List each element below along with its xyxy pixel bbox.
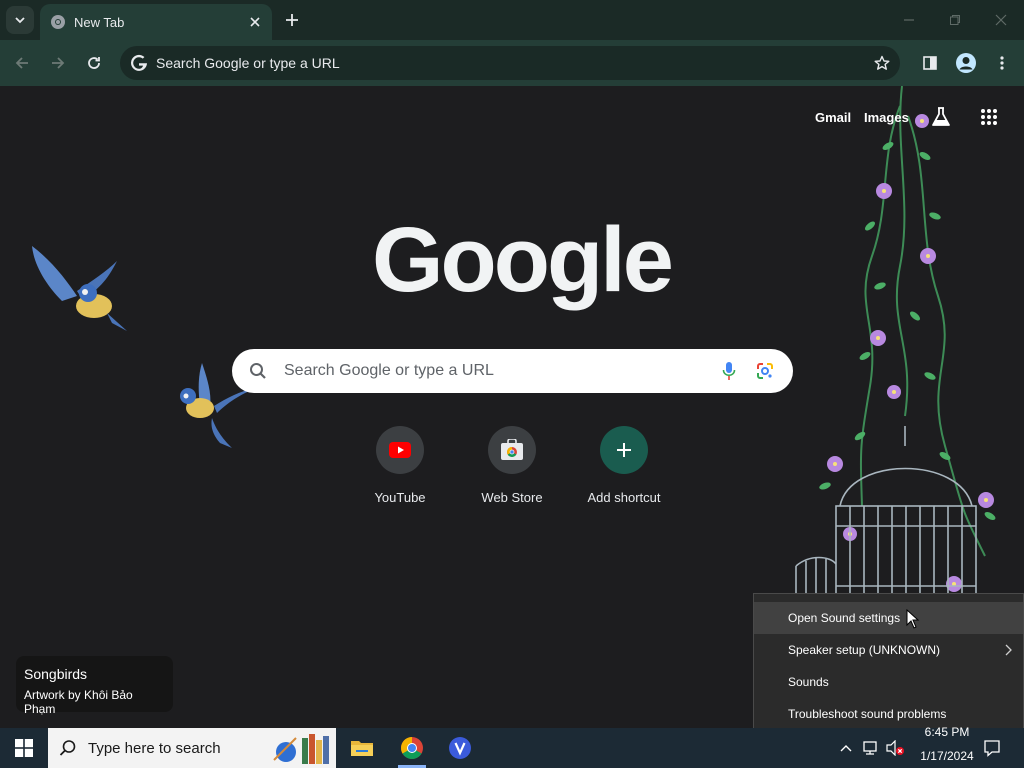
clock-time: 6:45 PM [924, 725, 970, 739]
menu-item-speaker-setup[interactable]: Speaker setup (UNKNOWN) [754, 634, 1023, 666]
start-button[interactable] [0, 728, 48, 768]
shortcut-label: YouTube [374, 490, 426, 505]
menu-item-troubleshoot[interactable]: Troubleshoot sound problems [754, 698, 1023, 730]
lens-search-button[interactable] [747, 361, 783, 381]
browser-toolbar: Search Google or type a URL [0, 40, 1024, 86]
minimize-icon [904, 19, 914, 21]
chevron-down-icon [15, 17, 25, 24]
bookmark-star-button[interactable] [864, 55, 900, 71]
taskbar-v-app[interactable] [436, 728, 484, 768]
taskbar-clock[interactable]: 6:45 PM 1/17/2024 [914, 725, 980, 768]
address-bar-text: Search Google or type a URL [156, 55, 340, 71]
web-store-icon [488, 426, 536, 474]
youtube-icon [376, 426, 424, 474]
attribution-title: Songbirds [24, 666, 88, 682]
plus-icon [600, 426, 648, 474]
taskbar-search-placeholder: Type here to search [88, 739, 221, 757]
clock-date: 1/17/2024 [920, 749, 974, 763]
restore-button[interactable] [932, 0, 978, 40]
forward-button[interactable] [44, 49, 72, 77]
search-highlight-icon [273, 734, 329, 764]
address-bar[interactable]: Search Google or type a URL [120, 46, 900, 80]
shortcut-web-store[interactable]: Web Store [456, 426, 568, 505]
sound-context-menu: Open Sound settings Speaker setup (UNKNO… [753, 593, 1024, 740]
file-explorer-icon [351, 741, 373, 756]
close-tab-button[interactable] [246, 13, 264, 31]
mouse-cursor-icon [906, 609, 920, 629]
taskbar-file-explorer[interactable] [338, 728, 386, 768]
chrome-menu-button[interactable] [988, 49, 1016, 77]
chrome-favicon-icon [51, 15, 65, 29]
taskbar-search-box[interactable]: Type here to search [48, 728, 336, 768]
close-icon [250, 17, 260, 27]
labs-button[interactable] [930, 106, 954, 130]
menu-item-label: Troubleshoot sound problems [788, 707, 947, 721]
network-icon [863, 741, 877, 755]
notification-icon [984, 740, 1000, 757]
menu-item-label: Sounds [788, 675, 829, 689]
tab-new-tab[interactable]: New Tab [40, 4, 272, 40]
side-panel-button[interactable] [916, 49, 944, 77]
google-apps-button[interactable] [978, 106, 1002, 130]
apps-grid-icon [981, 109, 997, 125]
google-logo: Google [372, 209, 674, 311]
v-app-icon [449, 737, 471, 759]
star-icon [874, 55, 890, 70]
tab-strip: New Tab [0, 0, 1024, 40]
taskbar: Type here to search 6:45 PM 1/17/2024 [0, 725, 1024, 768]
speaker-muted-icon [886, 740, 904, 756]
profile-button[interactable] [952, 49, 980, 77]
shortcut-label: Add shortcut [587, 490, 661, 505]
menu-item-sounds[interactable]: Sounds [754, 666, 1023, 698]
ntp-search-box[interactable]: Search Google or type a URL [232, 349, 793, 393]
network-tray-button[interactable] [860, 728, 882, 768]
close-icon [995, 14, 1007, 26]
side-panel-icon [923, 56, 937, 70]
reload-icon [88, 57, 100, 69]
chrome-icon [401, 737, 423, 759]
images-link[interactable]: Images [864, 110, 909, 125]
plus-icon [286, 14, 298, 26]
chevron-up-icon [840, 745, 852, 752]
voice-search-button[interactable] [711, 361, 747, 381]
menu-item-open-sound-settings[interactable]: Open Sound settings [754, 602, 1023, 634]
forward-arrow-icon [52, 57, 65, 69]
menu-item-label: Speaker setup (UNKNOWN) [788, 643, 941, 657]
action-center-button[interactable] [980, 728, 1004, 768]
microphone-icon [722, 362, 736, 380]
google-lens-icon [757, 363, 773, 379]
shortcut-add[interactable]: Add shortcut [568, 426, 680, 505]
chevron-right-icon [1005, 644, 1012, 656]
reload-button[interactable] [80, 49, 108, 77]
search-icon [48, 739, 88, 757]
search-icon [232, 362, 284, 380]
search-placeholder: Search Google or type a URL [284, 362, 494, 379]
flask-icon [932, 107, 950, 126]
volume-tray-button[interactable] [884, 728, 906, 768]
restore-icon [950, 15, 960, 25]
back-arrow-icon [15, 57, 28, 69]
windows-logo-icon [15, 739, 33, 757]
more-vert-icon [1000, 56, 1004, 70]
shortcut-youtube[interactable]: YouTube [344, 426, 456, 505]
back-button[interactable] [8, 49, 36, 77]
new-tab-button[interactable] [280, 8, 304, 32]
close-window-button[interactable] [978, 0, 1024, 40]
menu-item-label: Open Sound settings [788, 611, 901, 625]
tab-search-button[interactable] [6, 6, 34, 34]
background-attribution[interactable]: Songbirds Artwork by Khôi Bảo Phạm [16, 656, 173, 716]
shortcut-label: Web Store [481, 490, 543, 505]
bird-illustration [32, 246, 127, 331]
show-hidden-icons-button[interactable] [836, 728, 856, 768]
gmail-link[interactable]: Gmail [815, 110, 851, 125]
screen: New Tab Search Google or type a URL Gmai… [0, 0, 1024, 768]
avatar-icon [956, 53, 976, 73]
attribution-artist: Artwork by Khôi Bảo Phạm [24, 688, 133, 716]
taskbar-chrome[interactable] [388, 728, 436, 768]
minimize-button[interactable] [886, 0, 932, 40]
tab-title: New Tab [74, 14, 125, 30]
google-g-icon [122, 54, 156, 72]
